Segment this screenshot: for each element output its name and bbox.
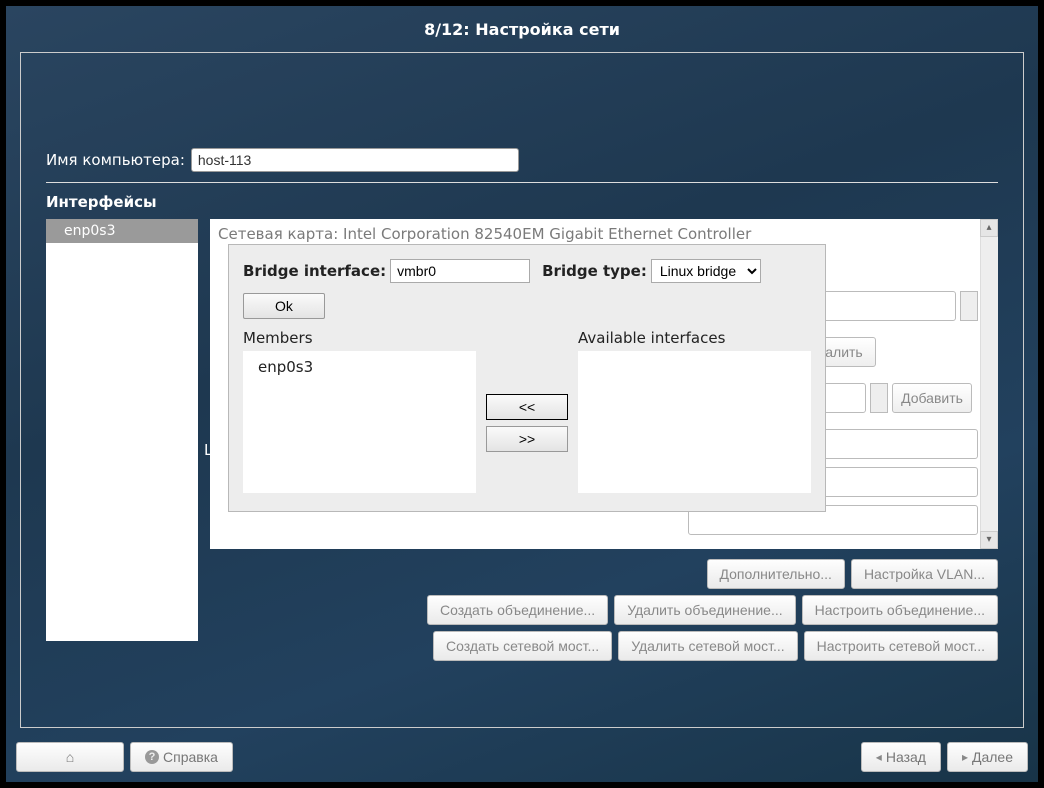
back-button[interactable]: ◂ Назад: [861, 742, 941, 772]
help-icon: ?: [145, 750, 159, 764]
move-right-button[interactable]: >>: [486, 426, 568, 452]
ok-button[interactable]: Ok: [243, 293, 325, 319]
bond-create-button[interactable]: Создать объединение...: [427, 595, 608, 625]
available-listbox[interactable]: [578, 351, 811, 493]
members-listbox[interactable]: enp0s3: [243, 351, 476, 493]
bridge-type-label: Bridge type:: [542, 262, 647, 280]
next-button[interactable]: ▸ Далее: [947, 742, 1028, 772]
home-icon: ⌂: [66, 749, 74, 765]
mask-dropdown-icon[interactable]: [870, 383, 888, 413]
next-label: Далее: [972, 749, 1013, 765]
vlan-button[interactable]: Настройка VLAN...: [851, 559, 998, 589]
interface-list[interactable]: enp0s3: [46, 219, 198, 641]
bond-delete-button[interactable]: Удалить объединение...: [614, 595, 795, 625]
available-heading: Available interfaces: [578, 329, 811, 347]
hostname-input[interactable]: [191, 148, 519, 172]
back-label: Назад: [886, 749, 926, 765]
gateway-label-partial: Ш: [204, 441, 220, 459]
bridge-create-button[interactable]: Создать сетевой мост...: [433, 631, 612, 661]
members-heading: Members: [243, 329, 476, 347]
bridge-config-button[interactable]: Настроить сетевой мост...: [804, 631, 998, 661]
add-button[interactable]: Добавить: [892, 383, 972, 413]
interfaces-heading: Интерфейсы: [46, 193, 998, 211]
scrollbar-track[interactable]: ▴ ▾: [980, 219, 998, 549]
bridge-type-select[interactable]: Linux bridge: [651, 259, 761, 283]
help-label: Справка: [163, 749, 218, 765]
advanced-button[interactable]: Дополнительно...: [707, 559, 845, 589]
divider: [46, 182, 998, 183]
hostname-label: Имя компьютера:: [46, 151, 185, 169]
scroll-down-icon[interactable]: ▾: [980, 531, 998, 549]
caret-right-icon: ▸: [962, 750, 968, 764]
nic-info: Сетевая карта: Intel Corporation 82540EM…: [218, 225, 751, 243]
home-button[interactable]: ⌂: [16, 742, 124, 772]
bridge-delete-button[interactable]: Удалить сетевой мост...: [618, 631, 797, 661]
ip-dropdown-icon[interactable]: [960, 291, 978, 321]
bond-config-button[interactable]: Настроить объединение...: [802, 595, 998, 625]
help-button[interactable]: ? Справка: [130, 742, 233, 772]
scroll-up-icon[interactable]: ▴: [980, 219, 998, 237]
member-item[interactable]: enp0s3: [258, 358, 461, 376]
bridge-dialog: Bridge interface: Bridge type: Linux bri…: [228, 244, 826, 512]
interface-item-enp0s3[interactable]: enp0s3: [46, 219, 198, 243]
page-title: 8/12: Настройка сети: [6, 6, 1038, 49]
move-left-button[interactable]: <<: [486, 394, 568, 420]
footer-bar: ⌂ ? Справка ◂ Назад ▸ Далее: [16, 742, 1028, 772]
caret-left-icon: ◂: [876, 750, 882, 764]
bridge-interface-input[interactable]: [390, 259, 530, 283]
bridge-interface-label: Bridge interface:: [243, 262, 386, 280]
